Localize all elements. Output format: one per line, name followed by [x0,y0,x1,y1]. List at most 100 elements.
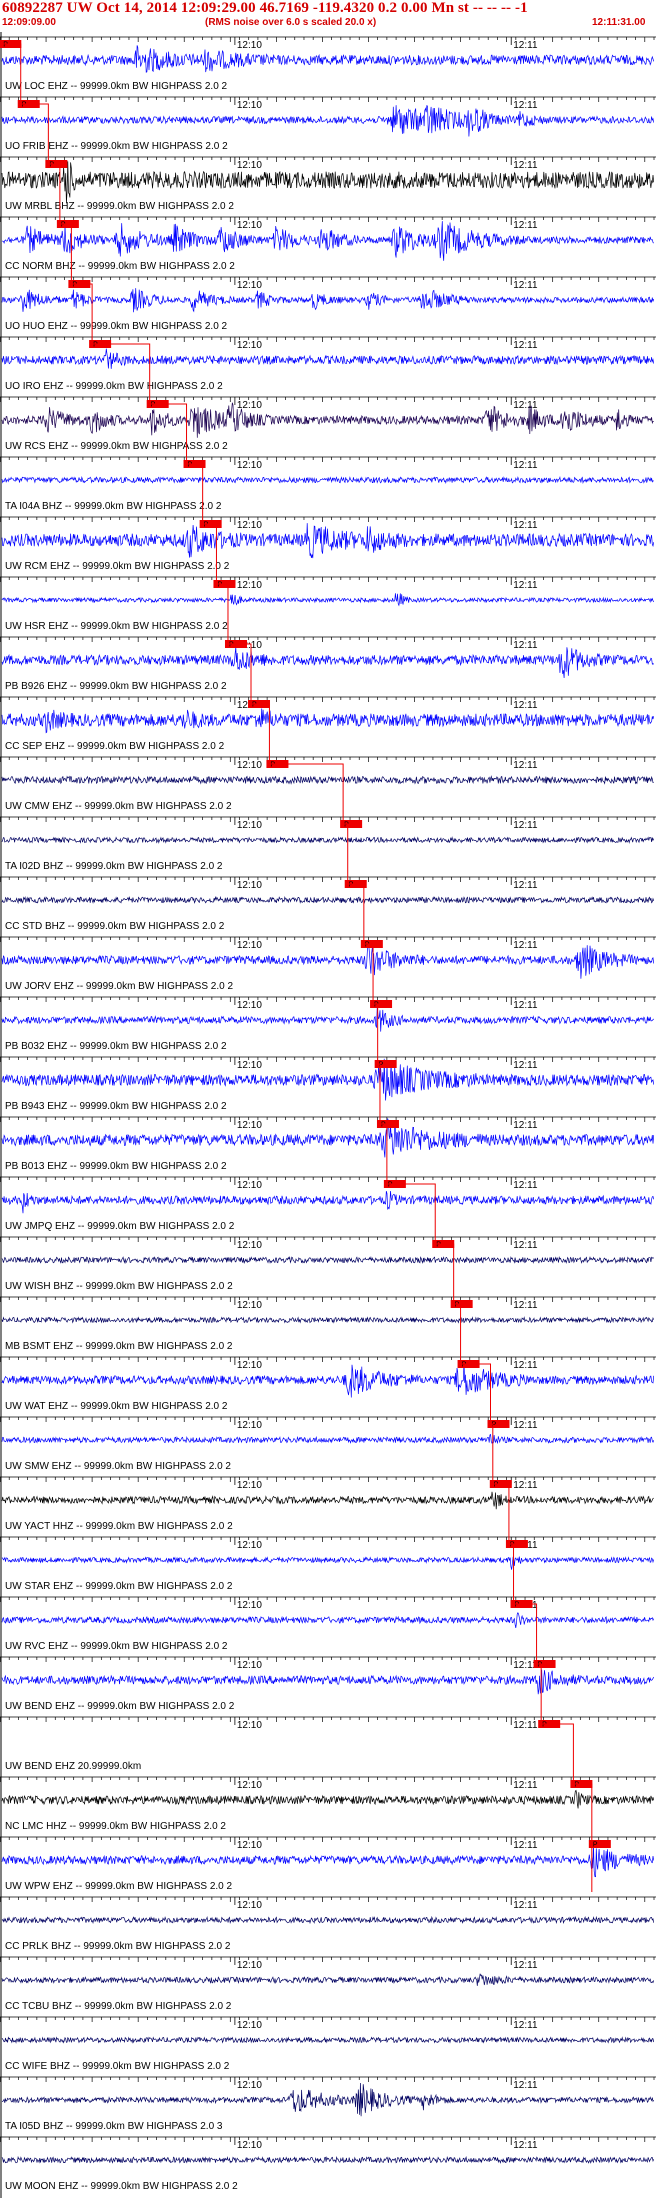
pick-label: P [22,102,27,109]
trace-row: 12:10 12:11 UW YACT HHZ -- 99999.0km BW HI… [0,1476,656,1532]
trace-row: 12:10 12:11 UO FRIB EHZ -- 99999.0km BW HI… [0,96,656,152]
tick-label: 12:11 [513,1240,538,1251]
pick-label: P [229,642,234,649]
station-label: CC WIFE BHZ -- 99999.0km BW HIGHPASS 2.0… [5,2061,230,2072]
tick-label: 12:10 [237,1720,262,1731]
tick-label: 12:11 [513,1060,538,1071]
tick-label: 12:10 [237,2020,262,2031]
pick-label: P [49,162,54,169]
waveform-trace [1,1255,654,1265]
station-label: UW JORV EHZ -- 99999.0km BW HIGHPASS 2.0… [5,981,233,992]
tick-label: 12:10 [237,400,262,411]
station-label: PB B926 EHZ -- 99999.0km BW HIGHPASS 2.0… [5,681,227,692]
tick-label: 12:11 [513,1120,538,1131]
trace-row: 12:1012:11CC SEP EHZ -- 99999.0km BW HIG… [0,696,656,752]
station-label: UW MRBL BHZ -- 99999.0km BW HIGHPASS 2.0… [5,201,234,212]
tick-label: 12:11 [513,2020,538,2031]
trace-row: 12:10 12:11 MB BSMT EHZ -- 99999.0km BW HI… [0,1296,656,1352]
tick-label: 12:11 [513,1780,538,1791]
trace-row: 12:10 12:11 CC TCBU BHZ -- 99999.0km BW HI… [0,1956,656,2012]
trace-row: 12:10 12:11UW BEND EHZ -- 99999.0km BW HI… [0,1656,656,1712]
tick-label: 12:11 [513,280,538,291]
pick-label: P [349,882,354,889]
waveform-trace [1,2082,654,2117]
pick-label: P [510,1542,515,1549]
station-label: UW CMW EHZ -- 99999.0km BW HIGHPASS 2.0 … [5,801,232,812]
waveform-trace [1,221,654,261]
pick-label: P [188,462,193,469]
tick-label: 12:11 [513,1900,538,1911]
start-time-label: 12:09:09.00 [2,17,56,28]
tick-label: 12:11 [513,160,538,171]
waveform-trace [1,1556,655,1570]
station-label: UO FRIB EHZ -- 99999.0km BW HIGHPASS 2.0… [5,141,228,152]
station-label: PB B943 EHZ -- 99999.0km BW HIGHPASS 2.0… [5,1101,227,1112]
tick-label: 12:10 [237,1480,262,1491]
waveform-trace [1,402,654,438]
tick-label: 12:11 [513,340,538,351]
tick-label: 12:10 [237,160,262,171]
trace-row: 12:10 12:11 UW JORV EHZ -- 99999.0km BW HI… [0,936,656,992]
station-label: CC SEP EHZ -- 99999.0km BW HIGHPASS 2.0 … [5,741,225,752]
waveform-trace [1,647,654,679]
waveform-trace [1,1845,655,1878]
station-label: PB B013 EHZ -- 99999.0km BW HIGHPASS 2.0… [5,1161,227,1172]
tick-label: 12:11 [513,460,538,471]
waveform-trace [1,1362,655,1398]
pick-label: P [344,822,349,829]
station-label: UW MOON EHZ -- 99999.0km BW HIGHPASS 2.0… [5,2181,238,2192]
tick-label: 12:11 [513,40,538,51]
waveform-trace [1,1007,654,1032]
seismogram-panel: 12:10 12:11 UW LOC EHZ -- 99999.0km BW HIG… [0,32,656,2198]
tick-label: 12:11 [513,2080,538,2091]
waveform-trace [1,523,655,559]
rms-scale-note: (RMS noise over 6.0 s scaled 20.0 x) [205,17,377,28]
pick-label: P [574,1782,579,1789]
pick-label: P [381,1122,386,1129]
tick-label: 12:11 [513,520,538,531]
waveform-trace [1,1433,655,1445]
trace-row: 12:10 12:11 TA I02D BHZ -- 99999.0km BW HI… [0,816,656,872]
tick-label: 12:10 [237,1240,262,1251]
trace-row: 12:10 12:11 TA I04A BHZ -- 99999.0km BW HI… [0,456,656,512]
pick-label: P [3,42,8,49]
tick-label: 12:10 [237,40,262,51]
waveform-trace [1,45,655,73]
trace-row: 12:10 12:11 UW WAT EHZ -- 99999.0km BW HIG… [0,1356,656,1412]
tick-label: 12:10 [237,220,262,231]
trace-row: 12:10 12:11 UW SMW EHZ -- 99999.0km BW HIG… [0,1416,656,1472]
trace-row: 12:10 12:11 UW WISH BHZ -- 99999.0km BW HI… [0,1236,656,1292]
station-label: CC TCBU BHZ -- 99999.0km BW HIGHPASS 2.0… [5,2001,232,2012]
tick-label: 12:10 [237,340,262,351]
station-label: UW BEND EHZ -- 99999.0km BW HIGHPASS 2.0… [5,1701,235,1712]
tick-label: 12:10 [237,1000,262,1011]
waveform-trace [1,1612,655,1628]
station-label: NC LMC HHZ -- 99999.0km BW HIGHPASS 2.0 … [5,1821,226,1832]
tick-label: 12:10 [237,1960,262,1971]
tick-label: 12:11 [513,1000,538,1011]
trace-row: 12:10 12:11 CC WIFE BHZ -- 99999.0km BW HI… [0,2016,656,2072]
waveform-trace [1,288,655,313]
pick-label: P [436,1242,441,1249]
pick-label: P [72,282,77,289]
pick-label: P [204,522,209,529]
trace-row: 12:1012:11UW RVC EHZ -- 99999.0km BW HIG… [0,1596,656,1652]
tick-label: 12:10 [237,1540,262,1551]
pick-label: P [365,942,370,949]
tick-label: 12:10 [237,520,262,531]
station-label: UW RCM EHZ -- 99999.0km BW HIGHPASS 2.0 … [5,561,230,572]
trace-row: 12:10 12:11 UW JMPQ EHZ -- 99999.0km BW HI… [0,1176,656,1232]
waveform-trace [1,775,654,785]
waveform-trace [1,943,655,979]
waveform-trace [1,348,655,369]
tick-label: 12:10 [237,460,262,471]
end-time-label: 12:11:31.00 [592,17,646,28]
pick-label: P [492,1422,497,1429]
station-label: UO HUO EHZ -- 99999.0km BW HIGHPASS 2.0 … [5,321,228,332]
tick-label: 12:11 [513,940,538,951]
trace-row: 12:10 12:11 UO HUO EHZ -- 99999.0km BW HIG… [0,276,656,332]
pick-label: P [252,702,257,709]
pick-label: P [593,1842,598,1849]
waveform-trace [1,161,655,204]
tick-label: 12:10 [237,1780,262,1791]
